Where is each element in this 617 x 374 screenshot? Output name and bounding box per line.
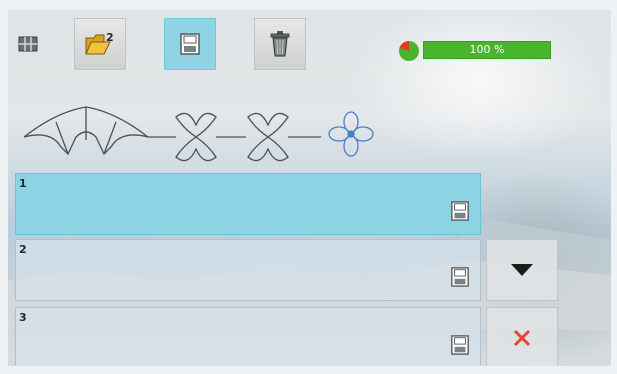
delete-button[interactable] (254, 18, 306, 70)
folder-open-icon: 2 (85, 31, 114, 55)
open-file-button[interactable]: 2 (74, 18, 126, 70)
memory-button[interactable] (164, 18, 216, 70)
butterfly-motif (175, 112, 217, 162)
flower-motif (328, 111, 374, 157)
slot-number: 3 (19, 311, 27, 324)
slot-number: 1 (19, 177, 27, 190)
slot-number: 2 (19, 243, 27, 256)
memory-slot-2[interactable]: 2 (15, 239, 481, 301)
memory-pie-icon (399, 41, 419, 61)
memory-slot-3[interactable]: 3 (15, 307, 481, 366)
folder-badge: 2 (106, 31, 114, 44)
fan-motif (23, 106, 149, 156)
memory-icon (180, 33, 200, 55)
memory-icon (451, 335, 469, 355)
triangle-down-icon (511, 264, 533, 276)
memory-progress-bar: 100 % (423, 41, 551, 59)
grid-icon (18, 36, 38, 52)
trash-icon (270, 31, 290, 57)
butterfly-motif (247, 112, 289, 162)
memory-progress-label: 100 % (469, 43, 505, 56)
embroidery-memory-screen: 2 100 % 1 2 3 (8, 10, 611, 366)
stitch-combination-preview (23, 106, 374, 162)
memory-slot-1[interactable]: 1 (15, 173, 481, 235)
memory-icon (451, 201, 469, 221)
close-button[interactable] (486, 307, 558, 366)
memory-icon (451, 267, 469, 287)
close-x-icon (513, 329, 531, 347)
grid-view-button[interactable] (10, 18, 46, 70)
scroll-down-button[interactable] (486, 239, 558, 301)
